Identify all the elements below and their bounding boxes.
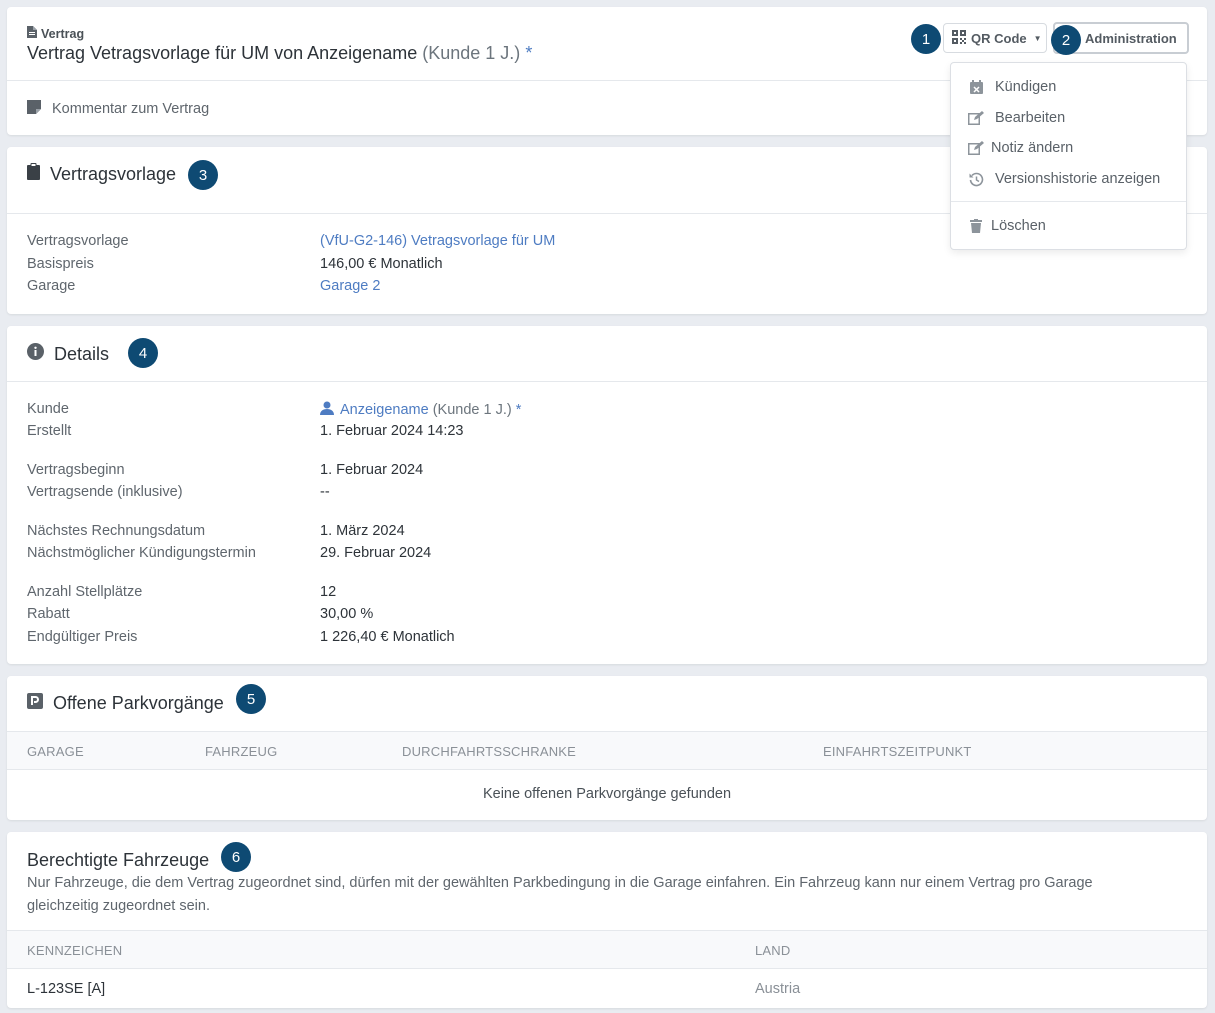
menu-item-kuendigen[interactable]: Kündigen	[967, 78, 1056, 96]
vehicles-description: Nur Fahrzeuge, die dem Vertrag zugeordne…	[27, 875, 1093, 914]
details-divider	[7, 381, 1207, 382]
menu-item-versionshistorie[interactable]: Versionshistorie anzeigen	[967, 170, 1160, 188]
parking-col-barrier: DURCHFAHRTSSCHRANKE	[402, 744, 577, 759]
menu-item-loeschen-label: Löschen	[991, 218, 1046, 234]
callout-badge-6: 6	[221, 842, 251, 872]
history-icon	[967, 170, 985, 188]
template-link[interactable]: (VfU-G2-146) Vetragsvorlage für UM	[320, 233, 555, 249]
menu-item-versionshistorie-label: Versionshistorie anzeigen	[995, 171, 1161, 187]
details-section-title: Details	[27, 343, 109, 365]
clipboard-icon	[27, 163, 40, 185]
vehicle-plate: L-123SE [A]	[27, 981, 106, 997]
next-cancellation-label: Nächstmöglicher Kündigungstermin	[27, 545, 256, 561]
vehicles-col-plate: KENNZEICHEN	[27, 943, 123, 958]
menu-item-bearbeiten-label: Bearbeiten	[995, 110, 1066, 126]
parking-section-title: Offene Parkvorgänge	[27, 693, 224, 714]
vehicles-col-country: LAND	[755, 943, 791, 958]
next-cancellation-value: 29. Februar 2024	[320, 545, 432, 561]
created-value: 1. Februar 2024 14:23	[320, 423, 464, 439]
qr-code-button[interactable]: QR Code ▼	[943, 23, 1047, 53]
menu-item-bearbeiten[interactable]: Bearbeiten	[967, 109, 1065, 127]
document-icon	[27, 26, 37, 41]
edit-icon	[967, 109, 985, 127]
final-price-label: Endgültiger Preis	[27, 629, 138, 645]
page-title: Vertrag Vetragsvorlage für UM von Anzeig…	[27, 43, 532, 64]
parking-section-title-text: Offene Parkvorgänge	[53, 693, 224, 713]
customer-label: Kunde	[27, 401, 69, 417]
calendar-x-icon	[967, 78, 985, 96]
menu-item-loeschen[interactable]: Löschen	[967, 217, 1046, 235]
callout-badge-3: 3	[188, 160, 218, 190]
callout-badge-4: 4	[128, 338, 158, 368]
vehicles-section-title: Berechtigte Fahrzeuge	[27, 850, 210, 870]
administration-dropdown-menu: Kündigen Bearbeiten Notiz ändern Version…	[950, 62, 1187, 250]
next-invoice-label: Nächstes Rechnungsdatum	[27, 523, 206, 539]
breadcrumb-label: Vertrag	[41, 26, 85, 41]
page-title-asterisk: *	[525, 43, 533, 63]
customer-asterisk: *	[515, 402, 522, 418]
administration-label: Administration	[1085, 30, 1177, 46]
garage-link[interactable]: Garage 2	[320, 278, 380, 294]
parking-spaces-value: 12	[320, 584, 337, 600]
base-price-label: Basispreis	[27, 256, 94, 272]
menu-item-notiz-aendern-label: Notiz ändern	[991, 140, 1074, 156]
next-invoice-value: 1. März 2024	[320, 523, 405, 539]
contract-comment-label: Kommentar zum Vertrag	[52, 101, 210, 117]
contract-end-label: Vertragsende (inklusive)	[27, 484, 183, 500]
vehicles-table-header	[7, 930, 1207, 969]
template-section-title: Vertragsvorlage	[27, 163, 176, 185]
customer-value: Anzeigename (Kunde 1 J.) *	[320, 401, 521, 419]
parking-col-vehicle: FAHRZEUG	[205, 744, 278, 759]
user-icon	[320, 401, 334, 419]
parking-empty-message: Keine offenen Parkvorgänge gefunden	[482, 786, 732, 802]
template-label: Vertragsvorlage	[27, 233, 129, 249]
parking-col-garage: GARAGE	[27, 744, 84, 759]
contract-start-value: 1. Februar 2024	[320, 462, 424, 478]
info-icon	[27, 343, 44, 365]
final-price-value: 1 226,40 € Monatlich	[320, 629, 455, 645]
contract-end-value: --	[320, 484, 330, 500]
caret-down-icon: ▼	[1033, 33, 1042, 43]
parking-table-header	[7, 731, 1207, 770]
vehicle-country: Austria	[755, 981, 801, 997]
open-parking-card: Offene Parkvorgänge GARAGE FAHRZEUG DURC…	[7, 676, 1207, 820]
table-row[interactable]: L-123SE [A] Austria	[7, 970, 1207, 1008]
garage-label: Garage	[27, 278, 76, 294]
edit-note-icon	[967, 139, 985, 157]
vehicles-card: Berechtigte Fahrzeuge Nur Fahrzeuge, die…	[7, 832, 1207, 1008]
callout-badge-5: 5	[236, 684, 266, 714]
sticky-note-icon	[27, 100, 41, 118]
parking-col-entry-time: EINFAHRTSZEITPUNKT	[823, 744, 972, 759]
template-section-title-text: Vertragsvorlage	[50, 163, 177, 184]
customer-suffix: (Kunde 1 J.)	[432, 402, 512, 418]
parking-icon	[27, 693, 43, 714]
created-label: Erstellt	[27, 423, 72, 439]
qr-code-icon	[952, 29, 966, 47]
contract-start-label: Vertragsbeginn	[27, 462, 125, 478]
menu-item-kuendigen-label: Kündigen	[995, 79, 1057, 95]
callout-badge-2: 2	[1051, 25, 1081, 55]
menu-divider	[951, 201, 1186, 202]
breadcrumb: Vertrag	[27, 26, 84, 41]
menu-item-notiz-aendern[interactable]: Notiz ändern	[967, 139, 1073, 157]
callout-badge-1: 1	[911, 24, 941, 54]
page-title-text: Vertrag Vetragsvorlage für UM von Anzeig…	[27, 43, 418, 63]
discount-label: Rabatt	[27, 606, 70, 622]
details-section-title-text: Details	[54, 343, 110, 364]
contract-comment[interactable]: Kommentar zum Vertrag	[27, 100, 209, 118]
qr-code-label: QR Code	[971, 30, 1027, 46]
details-card: Details Kunde Anzeigename (Kunde 1 J.) *…	[7, 326, 1207, 664]
discount-value: 30,00 %	[320, 606, 374, 622]
page-title-suffix: (Kunde 1 J.)	[422, 43, 521, 63]
trash-icon	[967, 217, 985, 235]
customer-link[interactable]: Anzeigename	[340, 402, 429, 418]
parking-spaces-label: Anzahl Stellplätze	[27, 584, 143, 600]
base-price-value: 146,00 € Monatlich	[320, 256, 443, 272]
